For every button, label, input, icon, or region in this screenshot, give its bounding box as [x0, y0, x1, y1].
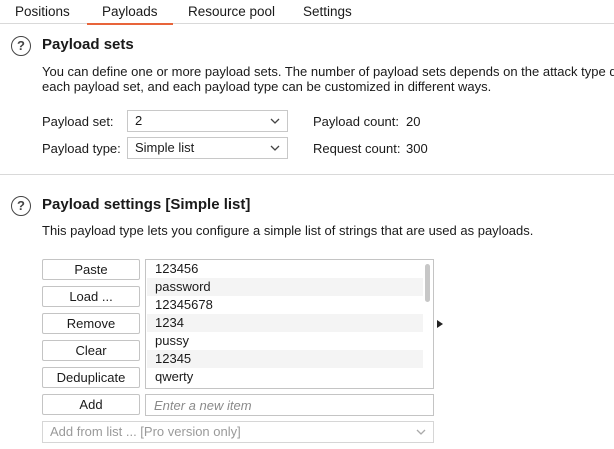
payload-sets-help-icon[interactable]: ? — [11, 36, 31, 56]
request-count-label: Request count: — [313, 141, 401, 156]
add-from-list-select: Add from list ... [Pro version only] — [42, 421, 434, 443]
tab-resource-pool[interactable]: Resource pool — [188, 0, 275, 24]
list-item[interactable]: 1234 — [147, 314, 423, 332]
load-button[interactable]: Load ... — [42, 286, 140, 307]
payload-set-label: Payload set: — [42, 114, 114, 129]
payload-list[interactable]: 123456 password 12345678 1234 pussy 1234… — [145, 259, 434, 389]
list-item[interactable]: pussy — [147, 332, 423, 350]
list-item[interactable]: 12345678 — [147, 296, 423, 314]
payload-sets-title: Payload sets — [42, 36, 134, 53]
list-item[interactable]: 12345 — [147, 350, 423, 368]
payload-set-select[interactable]: 2 — [127, 110, 288, 132]
add-button[interactable]: Add — [42, 394, 140, 415]
list-scrollbar[interactable] — [424, 261, 432, 387]
expand-arrow-icon[interactable] — [437, 320, 443, 328]
payload-settings-help-icon[interactable]: ? — [11, 196, 31, 216]
payload-settings-title: Payload settings [Simple list] — [42, 196, 251, 213]
clear-button[interactable]: Clear — [42, 340, 140, 361]
payload-count-value: 20 — [406, 114, 421, 129]
tab-payloads[interactable]: Payloads — [87, 0, 172, 25]
list-item[interactable]: 123456 — [147, 260, 423, 278]
payload-settings-description: This payload type lets you configure a s… — [42, 223, 534, 238]
add-from-list-label: Add from list ... [Pro version only] — [50, 424, 241, 439]
deduplicate-button[interactable]: Deduplicate — [42, 367, 140, 388]
tab-positions[interactable]: Positions — [15, 0, 70, 24]
payload-type-label: Payload type: — [42, 141, 121, 156]
tab-bar: Positions Payloads Resource pool Setting… — [0, 0, 614, 25]
payload-count-label: Payload count: — [313, 114, 400, 129]
remove-button[interactable]: Remove — [42, 313, 140, 334]
payload-type-select[interactable]: Simple list — [127, 137, 288, 159]
scrollbar-thumb[interactable] — [425, 264, 430, 302]
list-item[interactable]: password — [147, 278, 423, 296]
payload-set-value: 2 — [135, 113, 143, 128]
list-item[interactable]: qwerty — [147, 368, 423, 386]
payload-sets-description-line2: each payload set, and each payload type … — [42, 79, 492, 94]
paste-button[interactable]: Paste — [42, 259, 140, 280]
chevron-down-icon — [270, 118, 280, 124]
chevron-down-icon — [416, 429, 426, 435]
chevron-down-icon — [270, 145, 280, 151]
request-count-value: 300 — [406, 141, 428, 156]
payload-type-value: Simple list — [135, 140, 195, 155]
tab-settings[interactable]: Settings — [303, 0, 352, 24]
new-item-input[interactable] — [145, 394, 434, 416]
section-divider — [0, 174, 614, 175]
